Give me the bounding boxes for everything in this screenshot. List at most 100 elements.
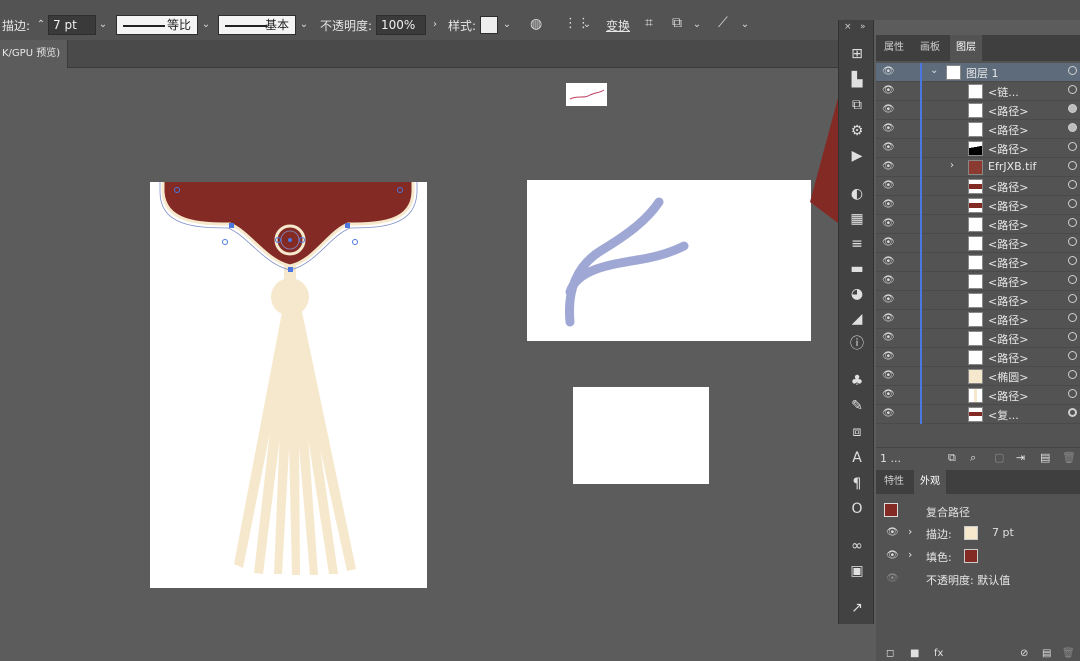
layer-name[interactable]: <路径> — [988, 293, 1028, 309]
delete-item-icon[interactable]: 🗑 — [1062, 648, 1075, 659]
collect-export-icon[interactable]: ⧉ — [948, 451, 956, 465]
artboard-main[interactable] — [150, 176, 427, 588]
new-sublayer-icon[interactable]: ⇥ — [1016, 451, 1025, 464]
visibility-eye-icon[interactable]: 👁 — [882, 180, 895, 191]
expand-arrow-icon[interactable]: › — [908, 525, 912, 538]
layer-name[interactable]: <路径> — [988, 236, 1028, 252]
actions-panel-icon[interactable]: ▶ — [845, 146, 869, 166]
close-panel-icon[interactable]: × — [844, 22, 852, 32]
visibility-eye-icon[interactable]: 👁 — [882, 85, 895, 96]
layer-row[interactable]: 👁 <椭圆> — [876, 367, 1080, 386]
isolate-icon[interactable]: ⌗ — [645, 15, 653, 31]
layer-name[interactable]: <路径> — [988, 350, 1028, 366]
locate-object-icon[interactable]: ⌕ — [970, 451, 976, 465]
stroke-weight-field[interactable]: 7 pt — [48, 15, 96, 35]
brush-definition[interactable]: 基本 — [218, 15, 296, 35]
transform-panel-icon[interactable]: ⊞ — [845, 44, 869, 64]
layer-row[interactable]: 👁 <路径> — [876, 253, 1080, 272]
opacity-label[interactable]: 不透明度: — [320, 17, 372, 34]
layer-row[interactable]: 👁 <链... — [876, 82, 1080, 101]
visibility-eye-icon[interactable]: 👁 — [882, 218, 895, 229]
info-panel-icon[interactable]: ⓘ — [845, 334, 869, 354]
links-panel-icon[interactable]: ∞ — [845, 536, 869, 556]
layer-row[interactable]: 👁 <路径> — [876, 196, 1080, 215]
visibility-eye-icon[interactable]: 👁 — [882, 256, 895, 267]
puppet-warp-icon[interactable]: ⟋ — [718, 15, 728, 31]
visibility-eye-icon[interactable]: 👁 — [882, 199, 895, 210]
layer-name[interactable]: EfrJXB.tif — [988, 160, 1036, 173]
layer-name[interactable]: 图层 1 — [966, 65, 999, 81]
symbols-panel-icon[interactable]: ⚙ — [845, 121, 869, 141]
tab-attributes[interactable]: 特性 — [878, 470, 910, 494]
visibility-eye-icon[interactable]: 👁 — [882, 370, 895, 381]
transform-link[interactable]: 变换 — [606, 17, 630, 34]
stroke-weight-dropdown-icon[interactable]: ⌄ — [96, 15, 110, 35]
layer-row[interactable]: 👁 › EfrJXB.tif — [876, 158, 1080, 177]
layer-name[interactable]: <链... — [988, 84, 1019, 100]
export-panel-icon[interactable]: ↗ — [845, 598, 869, 618]
add-stroke-icon[interactable]: ◻ — [886, 648, 894, 659]
opacity-label[interactable]: 不透明度: 默认值 — [926, 572, 1010, 588]
new-layer-icon[interactable]: ▤ — [1040, 451, 1050, 464]
tab-properties[interactable]: 属性 — [878, 35, 910, 61]
visibility-eye-icon[interactable]: 👁 — [882, 123, 895, 134]
layer-row[interactable]: 👁 <路径> — [876, 329, 1080, 348]
visibility-eye-icon[interactable]: 👁 — [882, 313, 895, 324]
opacity-arrow-icon[interactable]: › — [428, 15, 442, 35]
fill-color-swatch[interactable] — [964, 549, 978, 563]
visibility-eye-icon[interactable]: 👁 — [882, 66, 895, 77]
artboards-panel-icon[interactable]: ⧈ — [845, 422, 869, 442]
recolor-icon[interactable]: ◍ — [530, 16, 542, 32]
visibility-eye-icon[interactable]: 👁 — [882, 332, 895, 343]
layer-row[interactable]: 👁 <路径> — [876, 272, 1080, 291]
layer-name[interactable]: <路径> — [988, 141, 1028, 157]
layer-name[interactable]: <椭圆> — [988, 369, 1028, 385]
layer-name[interactable]: <路径> — [988, 255, 1028, 271]
style-dropdown-icon[interactable]: ⌄ — [500, 15, 514, 35]
artboard-thumbnail[interactable] — [566, 83, 607, 106]
stroke-panel-icon[interactable]: ≡ — [845, 234, 869, 254]
paragraph-panel-icon[interactable]: ¶ — [845, 474, 869, 494]
library-panel-icon[interactable]: ▣ — [845, 561, 869, 581]
pathfinder-panel-icon[interactable]: ⧉ — [845, 95, 869, 115]
envelope-dropdown-icon[interactable]: ⌄ — [690, 15, 704, 35]
layer-row[interactable]: 👁 <路径> — [876, 177, 1080, 196]
layer-row[interactable]: 👁 <路径> — [876, 139, 1080, 158]
add-fill-icon[interactable]: ■ — [910, 648, 919, 659]
layer-row[interactable]: 👁 <路径> — [876, 348, 1080, 367]
visibility-eye-icon[interactable]: 👁 — [882, 237, 895, 248]
canvas[interactable] — [0, 68, 838, 661]
align-panel-icon[interactable]: ▙ — [845, 70, 869, 90]
visibility-eye-icon[interactable]: 👁 — [882, 275, 895, 286]
add-effect-icon[interactable]: fx — [934, 648, 943, 659]
visibility-eye-icon[interactable]: 👁 — [882, 161, 895, 172]
layer-row[interactable]: 👁 <复... — [876, 405, 1080, 424]
layer-row[interactable]: 👁 ⌄ 图层 1 — [876, 63, 1080, 82]
duplicate-item-icon[interactable]: ▤ — [1042, 648, 1051, 659]
artboard-blank[interactable] — [573, 387, 709, 484]
layer-row[interactable]: 👁 <路径> — [876, 291, 1080, 310]
layer-row[interactable]: 👁 <路径> — [876, 310, 1080, 329]
expand-chevron-icon[interactable]: › — [950, 160, 954, 171]
more-options-icon[interactable]: ⌄ — [738, 15, 752, 35]
visibility-eye-icon[interactable]: 👁 — [882, 389, 895, 400]
visibility-eye-icon[interactable]: 👁 — [886, 573, 899, 584]
layer-name[interactable]: <复... — [988, 407, 1019, 423]
appearance-fill-row[interactable]: 👁 › 填色: — [876, 545, 1080, 568]
artboard-curves[interactable] — [527, 180, 811, 341]
visibility-eye-icon[interactable]: 👁 — [882, 104, 895, 115]
layer-name[interactable]: <路径> — [988, 179, 1028, 195]
align-dropdown-icon[interactable]: ⌄ — [580, 15, 594, 35]
layer-name[interactable]: <路径> — [988, 388, 1028, 404]
tab-appearance[interactable]: 外观 — [914, 470, 946, 494]
brush-dropdown-icon[interactable]: ⌄ — [297, 15, 311, 35]
visibility-eye-icon[interactable]: 👁 — [882, 408, 895, 419]
variable-width-profile[interactable]: 等比 — [116, 15, 198, 35]
tab-layers[interactable]: 图层 — [950, 35, 982, 61]
delete-layer-icon[interactable]: 🗑 — [1062, 451, 1076, 464]
symbols-icon[interactable]: ♣ — [845, 371, 869, 391]
visibility-eye-icon[interactable]: 👁 — [882, 351, 895, 362]
stroke-weight-value[interactable]: 7 pt — [992, 526, 1014, 539]
layer-row[interactable]: 👁 <路径> — [876, 386, 1080, 405]
document-tab[interactable]: K/GPU 预览) — [0, 40, 68, 68]
